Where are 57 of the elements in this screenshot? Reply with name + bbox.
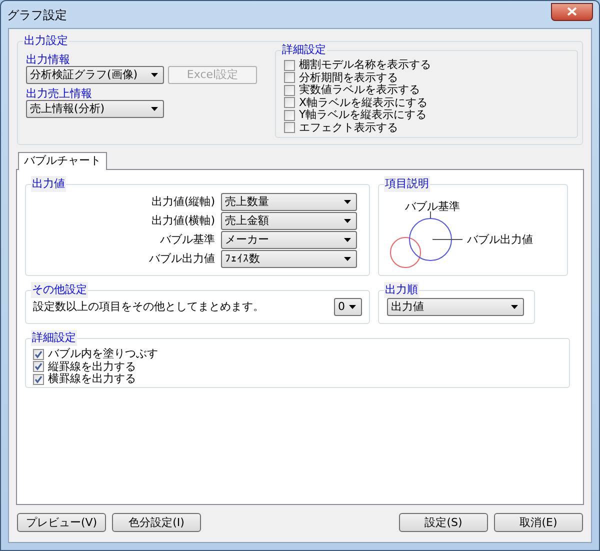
dropdown[interactable]: 出力値 (387, 298, 524, 316)
field-label: バブル出力値 (149, 250, 215, 267)
checkbox[interactable] (284, 97, 295, 108)
checkbox-label: Y軸ラベルを縦表示にする (299, 109, 427, 122)
checkbox[interactable] (284, 84, 295, 96)
field-label: 出力情報 (26, 52, 71, 66)
checkbox-label: 縦罫線を出力する (48, 360, 136, 373)
close-button[interactable] (551, 2, 593, 20)
dropdown[interactable]: 売上金額 (221, 212, 357, 230)
group-title: 出力順 (384, 282, 419, 298)
checkbox[interactable] (284, 72, 295, 84)
checkbox-label: バブル内を塗りつぶす (48, 348, 158, 360)
dialog-button[interactable]: プレビュー(V) (17, 513, 106, 532)
checkbox[interactable] (33, 374, 44, 385)
checkbox-label: 横罫線を出力する (48, 373, 136, 386)
checkbox-label: 棚割モデル名称を表示する (299, 59, 431, 72)
close-icon (567, 7, 577, 16)
group-title: 出力値 (31, 176, 66, 192)
excel-settings-button: Excel設定 (168, 66, 257, 84)
dropdown-arrow-icon (151, 73, 158, 77)
checkbox[interactable] (284, 60, 295, 71)
dropdown-arrow-icon (511, 305, 518, 309)
dialog-button[interactable]: 色分設定(I) (112, 513, 201, 532)
group-title: その他設定 (31, 282, 88, 298)
field-label: バブル基準 (160, 232, 215, 248)
dropdown[interactable]: メーカー (221, 231, 357, 249)
checkbox-label: 実数値ラベルを表示する (299, 84, 420, 96)
dropdown-arrow-icon (349, 305, 356, 309)
dialog-button[interactable]: 設定(S) (399, 513, 488, 532)
checkbox[interactable] (33, 348, 44, 360)
dropdown[interactable]: 売上数量 (221, 193, 357, 211)
window-title: グラフ設定 (7, 6, 67, 24)
legend-label: バブル出力値 (467, 232, 533, 248)
dropdown-arrow-icon (344, 219, 351, 223)
checkbox-label: X軸ラベルを縦表示にする (299, 96, 428, 109)
group-title: 詳細設定 (31, 330, 77, 346)
checkbox[interactable] (33, 361, 44, 372)
dropdown[interactable]: 0 (334, 298, 362, 316)
checkbox[interactable] (284, 122, 295, 134)
checkbox-label: 分析期間を表示する (299, 72, 398, 84)
dialog-button[interactable]: 取消(E) (494, 513, 583, 532)
dropdown-arrow-icon (344, 257, 351, 261)
dropdown[interactable]: ﾌｪｲｽ数 (221, 250, 357, 268)
dropdown-arrow-icon (344, 238, 351, 242)
dropdown-arrow-icon (344, 200, 351, 204)
dropdown[interactable]: 分析検証グラフ(画像) (26, 66, 164, 84)
checkbox[interactable] (284, 110, 295, 121)
legend-label: バブル基準 (405, 199, 460, 215)
group-title: 項目説明 (384, 176, 430, 192)
dropdown-arrow-icon (151, 107, 158, 111)
dropdown[interactable]: 売上情報(分析) (26, 100, 164, 118)
description-text: 設定数以上の項目をその他としてまとめます。 (33, 298, 264, 315)
tab[interactable]: バブルチャート (18, 152, 107, 170)
field-label: 出力値(横軸) (151, 212, 215, 229)
field-label: 出力値(縦軸) (151, 194, 215, 210)
field-label: 出力売上情報 (26, 86, 93, 100)
checkbox-label: エフェクト表示する (299, 122, 398, 134)
